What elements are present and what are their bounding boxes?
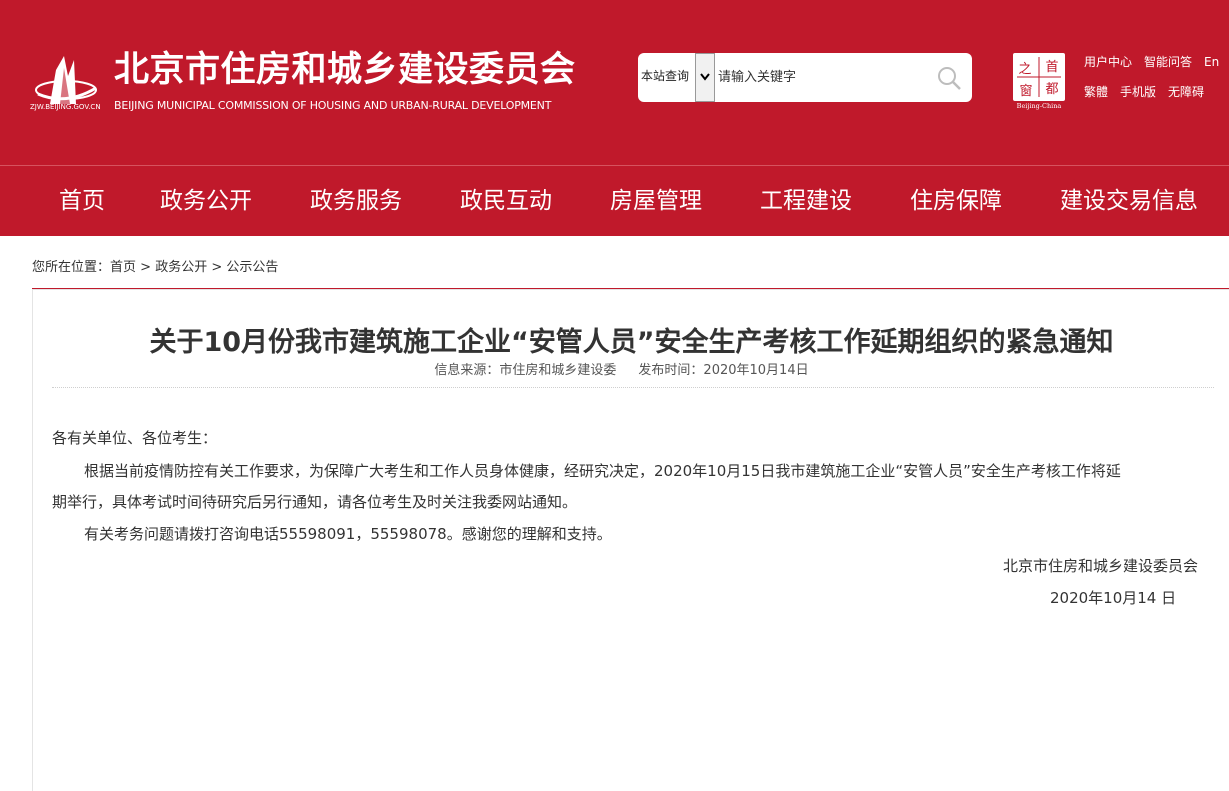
search-scope-select[interactable]: 本站查询 [638,53,697,102]
logo-domain-text: ZJW.BEIJING.GOV.CN [30,103,101,111]
english-link[interactable]: En [1204,53,1219,71]
svg-text:之: 之 [1018,62,1031,77]
capital-window-logo-icon[interactable]: 之 首 窗 都 Beijing-China [1012,52,1066,110]
accessibility-link[interactable]: 无障碍 [1168,83,1204,101]
breadcrumb-government-affairs[interactable]: 政务公开 [155,260,207,275]
breadcrumb-announcements[interactable]: 公示公告 [226,260,278,275]
article-paragraph-1-line-1: 根据当前疫情防控有关工作要求，为保障广大考生和工作人员身体健康，经研究决定，20… [84,462,1121,480]
site-title[interactable]: 北京市住房和城乡建设委员会 [114,50,576,90]
breadcrumb-separator: > [136,260,156,275]
site-subtitle: BEIJING MUNICIPAL COMMISSION OF HOUSING … [114,99,552,112]
chevron-down-icon[interactable] [695,53,715,102]
nav-item-government-affairs[interactable]: 政务公开 [160,166,252,236]
nav-item-government-services[interactable]: 政务服务 [310,166,402,236]
svg-text:窗: 窗 [1019,83,1032,99]
article-sign-date: 2020年10月14 日 [1050,589,1177,607]
breadcrumb-home[interactable]: 首页 [110,260,136,275]
article-signature: 北京市住房和城乡建设委员会 [1003,557,1199,575]
article-greeting: 各有关单位、各位考生： [52,429,218,447]
search-input[interactable] [718,53,928,102]
breadcrumb: 您所在位置：首页 > 政务公开 > 公示公告 [32,256,278,275]
article-date: 发布时间：2020年10月14日 [638,363,809,378]
article-meta: 信息来源：市住房和城乡建设委 发布时间：2020年10月14日 [0,359,1229,378]
nav-item-housing-management[interactable]: 房屋管理 [610,166,702,236]
top-links: 用户中心 智能问答 En 繁體 手机版 无障碍 [1084,53,1229,101]
nav-item-trading-info[interactable]: 建设交易信息 [1060,166,1198,236]
search-box: 本站查询 [638,53,972,102]
search-icon[interactable] [936,65,962,91]
main-nav: 首页 政务公开 政务服务 政民互动 房屋管理 工程建设 住房保障 建设交易信息 [0,166,1229,236]
nav-item-engineering[interactable]: 工程建设 [760,166,852,236]
breadcrumb-prefix: 您所在位置： [32,260,111,275]
article-source: 信息来源：市住房和城乡建设委 [434,363,617,378]
nav-item-interaction[interactable]: 政民互动 [460,166,552,236]
nav-item-housing-security[interactable]: 住房保障 [910,166,1002,236]
svg-text:首: 首 [1045,60,1058,75]
traditional-chinese-link[interactable]: 繁體 [1084,83,1108,101]
smart-qa-link[interactable]: 智能问答 [1144,53,1192,71]
svg-text:都: 都 [1045,82,1058,97]
nav-item-home[interactable]: 首页 [59,166,105,236]
svg-text:Beijing-China: Beijing-China [1017,102,1062,110]
article-paragraph-1-line-2: 期举行，具体考试时间待研究后另行通知，请各位考生及时关注我委网站通知。 [52,493,578,511]
mobile-version-link[interactable]: 手机版 [1120,83,1156,101]
article-title: 关于10月份我市建筑施工企业“安管人员”安全生产考核工作延期组织的紧急通知 [149,327,1114,358]
user-center-link[interactable]: 用户中心 [1084,53,1132,71]
article-paragraph-2: 有关考务问题请拨打咨询电话55598091，55598078。感谢您的理解和支持… [84,525,612,543]
breadcrumb-separator: > [207,260,227,275]
meta-divider [52,387,1214,388]
site-header: ZJW.BEIJING.GOV.CN 北京市住房和城乡建设委员会 BEIJING… [0,0,1229,165]
